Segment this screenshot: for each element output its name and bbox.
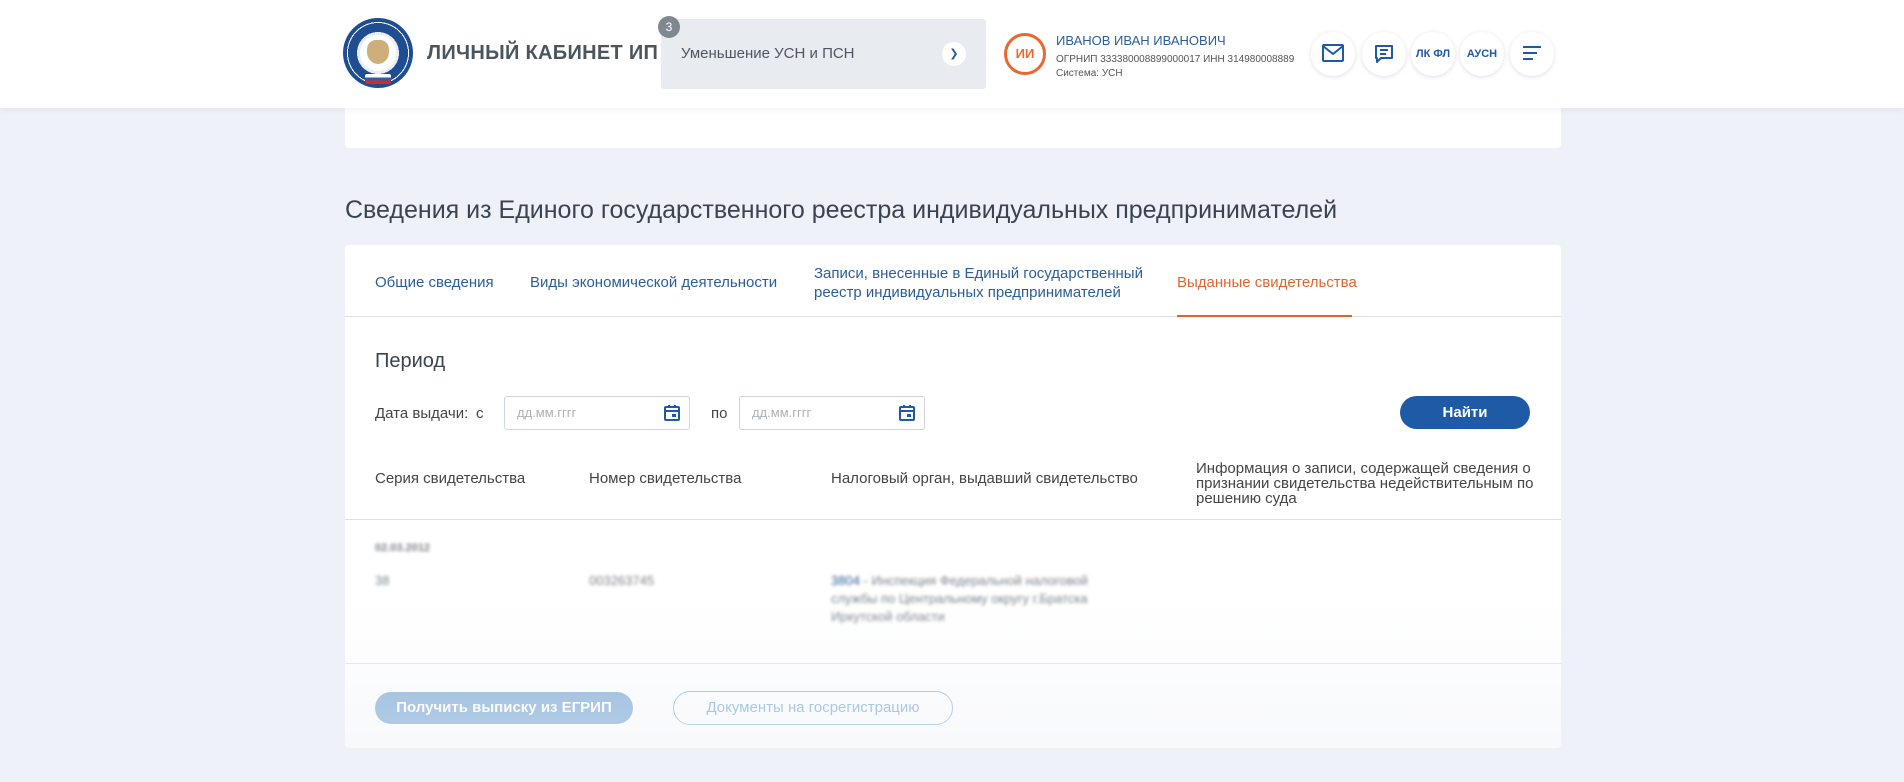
row-date: 02.03.2012 <box>375 542 431 554</box>
tabs: Общие сведения Виды экономической деятел… <box>345 245 1561 317</box>
section-title: Сведения из Единого государственного рее… <box>345 196 1338 224</box>
tab-general[interactable]: Общие сведения <box>375 273 494 292</box>
tab-records-line1: Записи, внесенные в Единый государственн… <box>814 265 1143 282</box>
issue-date-label: Дата выдачи: <box>375 405 469 422</box>
menu-button[interactable] <box>1510 32 1554 76</box>
get-egrip-extract-button[interactable]: Получить выписку из ЕГРИП <box>375 692 633 724</box>
fns-logo[interactable] <box>343 18 413 88</box>
column-number: Номер свидетельства <box>589 470 742 487</box>
date-to-input[interactable]: дд.мм.гггг <box>739 396 925 430</box>
table-header-divider <box>345 519 1561 520</box>
period-title: Период <box>375 350 446 372</box>
chat-icon <box>1375 45 1393 63</box>
date-from-placeholder: дд.мм.гггг <box>517 405 577 420</box>
ausn-button[interactable]: АУСН <box>1460 32 1504 76</box>
registration-documents-button[interactable]: Документы на госрегистрацию <box>673 691 953 725</box>
tax-mode-select[interactable]: Уменьшение УСН и ПСН ❯ <box>661 19 986 89</box>
egrip-card: Общие сведения Виды экономической деятел… <box>345 245 1561 748</box>
tab-records-line2: реестр индивидуальных предпринимателей <box>814 284 1121 301</box>
tab-certificates[interactable]: Выданные свидетельства <box>1177 273 1357 292</box>
site-header: ЛИЧНЫЙ КАБИНЕТ ИП Уменьшение УСН и ПСН ❯… <box>0 0 1904 108</box>
tax-mode-select-value: Уменьшение УСН и ПСН <box>681 45 855 62</box>
menu-icon <box>1523 46 1541 60</box>
user-avatar[interactable]: ИИ <box>1004 33 1046 75</box>
authority-name-line2: службы по Центральному округу г.Братска <box>831 591 1088 606</box>
tab-activities[interactable]: Виды экономической деятельности <box>530 273 777 292</box>
to-label: по <box>711 405 728 422</box>
calendar-icon[interactable] <box>663 404 681 422</box>
chat-button[interactable] <box>1362 32 1406 76</box>
user-ogrnip-inn: ОГРНИП 333380008899000017 ИНН 3149800088… <box>1056 54 1295 65</box>
find-button[interactable]: Найти <box>1400 396 1530 429</box>
column-series: Серия свидетельства <box>375 470 526 487</box>
authority-name-line1: - Инспекция Федеральной налоговой <box>859 573 1088 588</box>
flag-icon <box>365 74 391 84</box>
column-authority: Налоговый орган, выдавший свидетельство <box>831 470 1138 487</box>
row-number: 003263745 <box>589 573 655 588</box>
chevron-down-icon[interactable]: ❯ <box>942 42 966 66</box>
lk-fl-button[interactable]: ЛК ФЛ <box>1411 32 1455 76</box>
user-name[interactable]: ИВАНОВ ИВАН ИВАНОВИЧ <box>1056 33 1226 48</box>
row-series: 38 <box>375 573 390 588</box>
mail-button[interactable] <box>1311 32 1355 76</box>
column-invalidation-info: Информация о записи, содержащей сведения… <box>1196 460 1534 507</box>
table-row-divider <box>345 663 1561 664</box>
authority-code-link[interactable]: 3804 <box>831 573 860 588</box>
cabinet-title: ЛИЧНЫЙ КАБИНЕТ ИП <box>427 42 659 64</box>
active-tab-indicator <box>1177 315 1352 317</box>
notification-count-badge: 3 <box>658 16 680 38</box>
row-authority: 3804 - Инспекция Федеральной налоговой с… <box>831 572 1131 626</box>
date-to-placeholder: дд.мм.гггг <box>752 405 812 420</box>
tab-records[interactable]: Записи, внесенные в Единый государственн… <box>814 264 1143 302</box>
eagle-emblem-icon <box>367 40 389 64</box>
mail-icon <box>1322 44 1344 62</box>
date-from-input[interactable]: дд.мм.гггг <box>504 396 690 430</box>
from-label: с <box>476 405 484 422</box>
calendar-icon[interactable] <box>898 404 916 422</box>
user-tax-system: Система: УСН <box>1056 68 1123 79</box>
authority-name-line3: Иркутской области <box>831 609 945 624</box>
